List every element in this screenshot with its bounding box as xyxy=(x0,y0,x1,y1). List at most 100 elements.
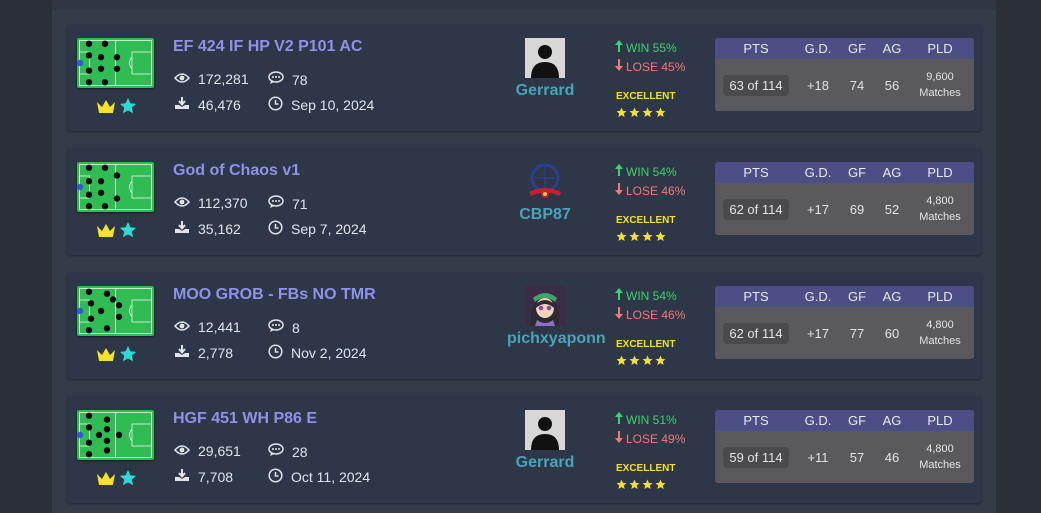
badges xyxy=(96,220,140,242)
author[interactable]: CBP87 xyxy=(507,162,583,224)
badges xyxy=(96,468,140,490)
player-marker xyxy=(101,164,109,171)
goals-against: 52 xyxy=(884,201,900,217)
rating-star-icon xyxy=(655,477,666,495)
formation-pitch[interactable] xyxy=(77,162,154,212)
played-label: Matches xyxy=(919,87,961,99)
player-marker xyxy=(97,54,105,61)
tactic-card[interactable]: HGF 451 WH P86 E 29,651 28 7,708 Oct 11,… xyxy=(67,396,982,503)
rating-star-icon xyxy=(655,353,666,371)
author-name[interactable]: Gerrard xyxy=(507,454,583,472)
downloads-count: 35,162 xyxy=(198,220,241,237)
author[interactable]: pichxyaponn xyxy=(507,286,606,348)
author-name[interactable]: Gerrard xyxy=(507,82,583,100)
points-value: 62 of 114 xyxy=(723,198,789,220)
views-count: 12,441 xyxy=(198,319,241,335)
rating-star-icon xyxy=(629,105,640,123)
rating-star-icon xyxy=(642,105,653,123)
clock-icon xyxy=(268,96,291,114)
stats-table: PTS G.D. GF AG PLD 62 of 114 +17 69 52 4… xyxy=(715,162,974,235)
header-gd: G.D. xyxy=(804,165,832,180)
comments-stat: 8 xyxy=(268,319,300,336)
tactic-title[interactable]: MOO GROB - FBs NO TMR xyxy=(173,286,376,304)
player-marker xyxy=(85,288,93,295)
author[interactable]: Gerrard xyxy=(507,38,583,100)
player-marker xyxy=(87,315,95,322)
tactic-title[interactable]: HGF 451 WH P86 E xyxy=(173,410,317,428)
player-marker xyxy=(85,424,93,431)
player-marker xyxy=(85,67,93,74)
formation-pitch[interactable] xyxy=(77,38,154,88)
arrow-down-icon xyxy=(615,183,626,198)
goals-against: 60 xyxy=(884,325,900,341)
player-marker xyxy=(95,431,103,439)
author-avatar[interactable] xyxy=(507,286,583,326)
played-count: 4,800 xyxy=(926,195,954,207)
downloads-stat: 2,778 xyxy=(174,344,233,361)
player-marker xyxy=(85,327,93,334)
comments-count: 78 xyxy=(292,71,308,88)
rating-star-icon xyxy=(616,229,627,247)
header-pld: PLD xyxy=(927,165,953,180)
comment-icon xyxy=(268,71,292,88)
player-marker xyxy=(85,412,93,419)
stats-values: 62 of 114 +17 69 52 4,800 Matches xyxy=(715,183,974,235)
header-pld: PLD xyxy=(927,413,953,428)
views-stat: 172,281 xyxy=(173,71,249,87)
stats-values: 63 of 114 +18 74 56 9,600 Matches xyxy=(715,59,974,111)
tactic-title[interactable]: EF 424 IF HP V2 P101 AC xyxy=(173,38,362,56)
header-gd: G.D. xyxy=(804,41,832,56)
goals-for: 57 xyxy=(849,449,865,465)
stats-header: PTS G.D. GF AG PLD xyxy=(715,410,974,431)
comments-stat: 28 xyxy=(268,443,308,460)
player-marker xyxy=(97,178,105,185)
player-marker xyxy=(103,290,111,297)
goals-against: 46 xyxy=(884,449,900,465)
played-matches: 4,800 Matches xyxy=(909,307,971,359)
rating-star-icon xyxy=(629,229,640,247)
player-marker xyxy=(85,178,93,185)
badges xyxy=(96,96,140,118)
header-gf: GF xyxy=(847,413,867,428)
downloads-stat: 46,476 xyxy=(174,96,241,113)
author-avatar[interactable] xyxy=(507,162,583,202)
stats-values: 62 of 114 +17 77 60 4,800 Matches xyxy=(715,307,974,359)
player-marker xyxy=(85,164,93,171)
played-count: 4,800 xyxy=(926,443,954,455)
win-lose: WIN 54% LOSE 46% xyxy=(615,286,685,324)
goals-for: 69 xyxy=(849,201,865,217)
author-avatar[interactable] xyxy=(507,38,583,78)
formation-pitch[interactable] xyxy=(77,410,154,460)
comments-count: 28 xyxy=(292,443,308,460)
played-label: Matches xyxy=(919,459,961,471)
tactic-title[interactable]: God of Chaos v1 xyxy=(173,162,300,180)
rating-label: EXCELLENT xyxy=(616,215,676,226)
author-name[interactable]: pichxyaponn xyxy=(507,330,606,348)
arrow-up-icon xyxy=(615,40,626,55)
header-pts: PTS xyxy=(743,165,769,180)
formation-pitch[interactable] xyxy=(77,286,154,336)
author-name[interactable]: CBP87 xyxy=(507,206,583,224)
played-matches: 9,600 Matches xyxy=(909,59,971,111)
header-pts: PTS xyxy=(743,289,769,304)
stats-table: PTS G.D. GF AG PLD 59 of 114 +11 57 46 4… xyxy=(715,410,974,483)
author-avatar[interactable] xyxy=(507,410,583,450)
date-stat: Oct 11, 2024 xyxy=(268,468,370,486)
rating-stars xyxy=(616,105,676,118)
views-count: 172,281 xyxy=(198,71,249,87)
rating-label: EXCELLENT xyxy=(616,463,676,474)
arrow-up-icon xyxy=(615,412,626,427)
tactic-card[interactable]: God of Chaos v1 112,370 71 35,162 Sep 7,… xyxy=(67,148,982,255)
tactic-card[interactable]: MOO GROB - FBs NO TMR 12,441 8 2,778 Nov… xyxy=(67,272,982,379)
author[interactable]: Gerrard xyxy=(507,410,583,472)
tactic-card[interactable]: EF 424 IF HP V2 P101 AC 172,281 78 46,47… xyxy=(67,24,982,131)
stats-values: 59 of 114 +11 57 46 4,800 Matches xyxy=(715,431,974,483)
lose-rate: LOSE 49% xyxy=(626,431,686,446)
downloads-stat: 7,708 xyxy=(174,468,233,485)
header-ag: AG xyxy=(882,413,902,428)
lose-rate: LOSE 45% xyxy=(626,59,686,74)
rating-star-icon xyxy=(616,477,627,495)
player-marker xyxy=(113,195,121,202)
stats-header: PTS G.D. GF AG PLD xyxy=(715,38,974,59)
player-marker xyxy=(115,313,123,320)
